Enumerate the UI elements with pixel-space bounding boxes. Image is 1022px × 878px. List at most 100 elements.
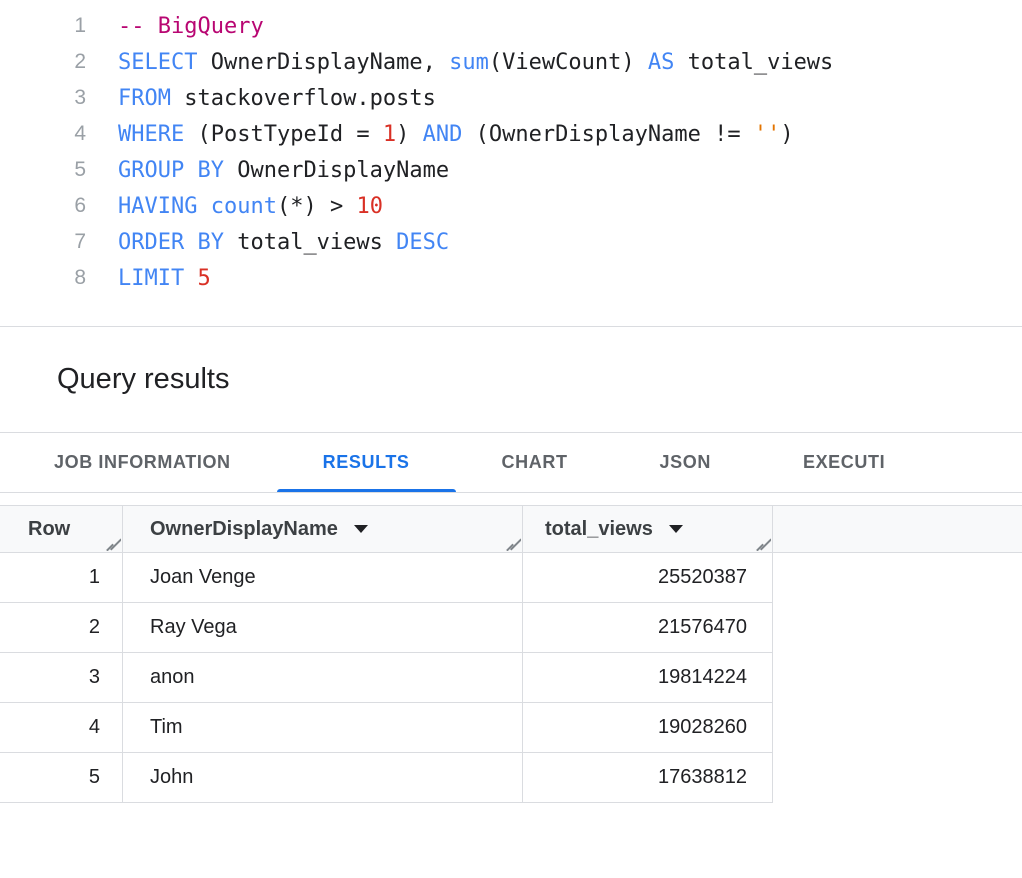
column-label: total_views [545, 518, 653, 541]
code-token: ORDER BY [118, 230, 224, 255]
code-token: total_views [224, 230, 396, 255]
owner-display-name-cell: Ray Vega [123, 603, 523, 652]
total-views-cell: 19028260 [523, 703, 773, 752]
code-token: ) [396, 122, 423, 147]
code-token: '' [754, 122, 781, 147]
code-line[interactable]: 1 -- BigQuery [0, 8, 1022, 44]
code-text: WHERE (PostTypeId = 1) AND (OwnerDisplay… [86, 122, 794, 147]
tab-label: EXECUTI [803, 452, 885, 473]
query-results-header: Query results [0, 327, 1022, 433]
code-token: total_views [674, 50, 833, 75]
sort-dropdown-icon[interactable] [354, 525, 368, 533]
table-row[interactable]: 2 Ray Vega 21576470 [0, 603, 773, 653]
code-text: ORDER BY total_views DESC [86, 230, 449, 255]
code-token: 1 [383, 122, 396, 147]
code-line[interactable]: 8 LIMIT 5 [0, 260, 1022, 296]
code-text: HAVING count(*) > 10 [86, 194, 383, 219]
table-row[interactable]: 5 John 17638812 [0, 753, 773, 803]
tab-label: JSON [660, 452, 711, 473]
results-table: Row OwnerDisplayName total_views 1 Joan … [0, 505, 1022, 803]
line-number: 5 [0, 158, 86, 182]
sql-editor[interactable]: 1 -- BigQuery 2 SELECT OwnerDisplayName,… [0, 0, 1022, 327]
column-header-filler [773, 506, 1022, 552]
table-row[interactable]: 4 Tim 19028260 [0, 703, 773, 753]
code-token: SELECT [118, 50, 197, 75]
owner-display-name-cell: anon [123, 653, 523, 702]
code-token: HAVING [118, 194, 197, 219]
line-number: 7 [0, 230, 86, 254]
tab-label: JOB INFORMATION [54, 452, 231, 473]
column-header-total-views[interactable]: total_views [523, 506, 773, 552]
code-token: (PostTypeId = [184, 122, 383, 147]
total-views-cell: 21576470 [523, 603, 773, 652]
line-number: 4 [0, 122, 86, 146]
total-views-cell: 17638812 [523, 753, 773, 802]
code-line[interactable]: 5 GROUP BY OwnerDisplayName [0, 152, 1022, 188]
code-token: -- BigQuery [118, 14, 264, 39]
owner-display-name-cell: Joan Venge [123, 553, 523, 602]
code-token: OwnerDisplayName [224, 158, 449, 183]
query-results-title: Query results [57, 363, 229, 396]
line-number: 6 [0, 194, 86, 218]
row-number-cell: 4 [0, 703, 123, 752]
row-number-cell: 2 [0, 603, 123, 652]
tab-job-information[interactable]: JOB INFORMATION [8, 433, 277, 492]
results-tbody: 1 Joan Venge 25520387 2 Ray Vega 2157647… [0, 553, 1022, 803]
tab-json[interactable]: JSON [614, 433, 757, 492]
code-token: FROM [118, 86, 171, 111]
code-text: SELECT OwnerDisplayName, sum(ViewCount) … [86, 50, 833, 75]
column-resize-handle[interactable] [756, 536, 771, 551]
line-number: 8 [0, 266, 86, 290]
code-token: DESC [396, 230, 449, 255]
code-line[interactable]: 4 WHERE (PostTypeId = 1) AND (OwnerDispl… [0, 116, 1022, 152]
code-text: LIMIT 5 [86, 266, 211, 291]
owner-display-name-cell: Tim [123, 703, 523, 752]
column-label: OwnerDisplayName [150, 518, 338, 541]
code-token: (*) > [277, 194, 356, 219]
code-editor[interactable]: 1 -- BigQuery 2 SELECT OwnerDisplayName,… [0, 8, 1022, 296]
row-number-cell: 1 [0, 553, 123, 602]
table-row[interactable]: 1 Joan Venge 25520387 [0, 553, 773, 603]
code-text: GROUP BY OwnerDisplayName [86, 158, 449, 183]
code-token: stackoverflow.posts [171, 86, 436, 111]
total-views-cell: 25520387 [523, 553, 773, 602]
line-number: 1 [0, 14, 86, 38]
table-row[interactable]: 3 anon 19814224 [0, 653, 773, 703]
column-header-ownerdisplayname[interactable]: OwnerDisplayName [123, 506, 523, 552]
column-resize-handle[interactable] [106, 536, 121, 551]
code-token: sum [449, 50, 489, 75]
line-number: 3 [0, 86, 86, 110]
row-number-cell: 5 [0, 753, 123, 802]
code-text: -- BigQuery [86, 14, 264, 39]
code-token: ) [780, 122, 793, 147]
column-header-row[interactable]: Row [0, 506, 123, 552]
line-number: 2 [0, 50, 86, 74]
code-token: OwnerDisplayName, [197, 50, 449, 75]
sort-dropdown-icon[interactable] [669, 525, 683, 533]
tab-execution-details[interactable]: EXECUTI [757, 433, 931, 492]
code-line[interactable]: 6 HAVING count(*) > 10 [0, 188, 1022, 224]
results-table-header: Row OwnerDisplayName total_views [0, 505, 1022, 553]
total-views-cell: 19814224 [523, 653, 773, 702]
code-token: 5 [197, 266, 210, 291]
code-token: LIMIT [118, 266, 184, 291]
code-token: (ViewCount) [489, 50, 648, 75]
column-label: Row [28, 518, 70, 541]
bigquery-console: 1 -- BigQuery 2 SELECT OwnerDisplayName,… [0, 0, 1022, 803]
column-resize-handle[interactable] [506, 536, 521, 551]
code-line[interactable]: 7 ORDER BY total_views DESC [0, 224, 1022, 260]
code-token: 10 [356, 194, 383, 219]
row-number-cell: 3 [0, 653, 123, 702]
code-line[interactable]: 3 FROM stackoverflow.posts [0, 80, 1022, 116]
tab-label: CHART [502, 452, 568, 473]
code-token: count [211, 194, 277, 219]
tab-chart[interactable]: CHART [456, 433, 614, 492]
code-token [197, 194, 210, 219]
tab-label: RESULTS [323, 452, 410, 473]
code-token [184, 266, 197, 291]
code-line[interactable]: 2 SELECT OwnerDisplayName, sum(ViewCount… [0, 44, 1022, 80]
code-token: AND [423, 122, 463, 147]
code-token: (OwnerDisplayName != [462, 122, 753, 147]
owner-display-name-cell: John [123, 753, 523, 802]
tab-results[interactable]: RESULTS [277, 433, 456, 492]
